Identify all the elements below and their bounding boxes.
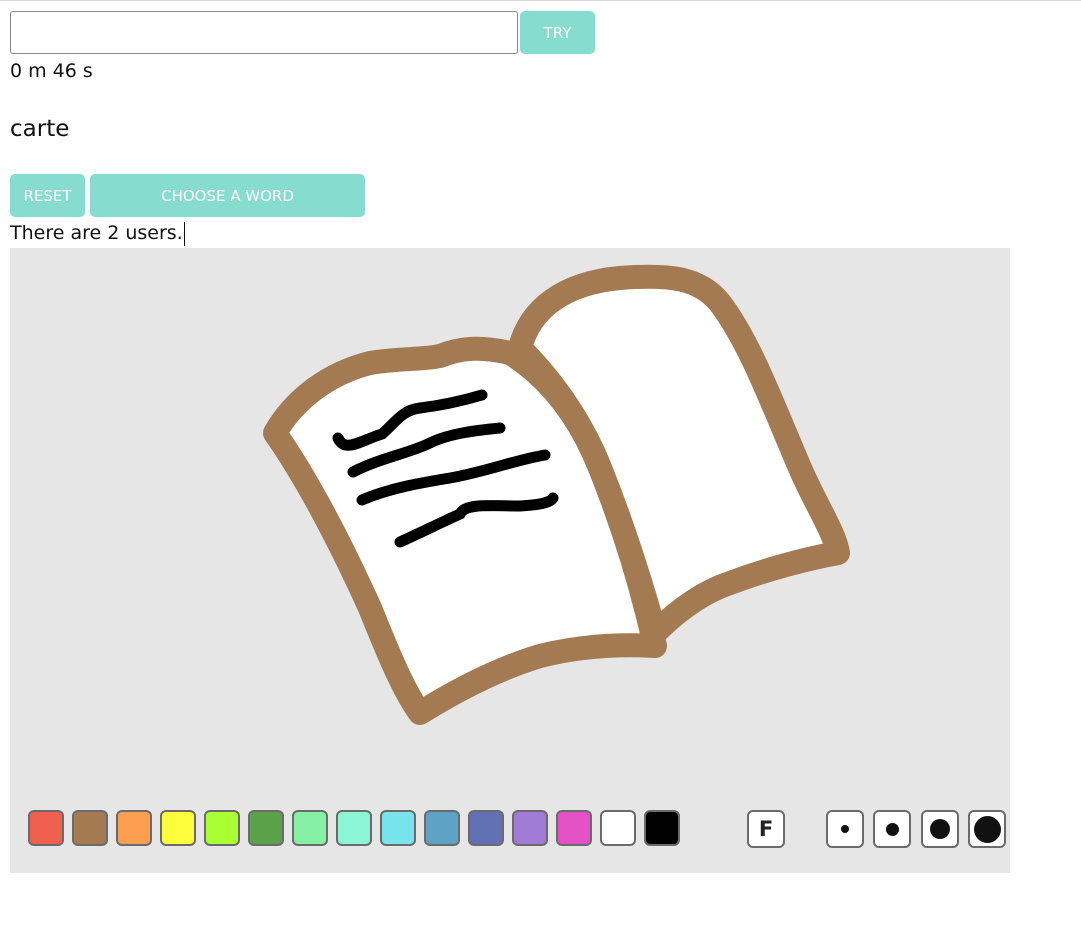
reset-button[interactable]: RESET [10, 174, 85, 217]
color-swatch-black[interactable] [644, 810, 680, 846]
users-count: There are 2 users. [10, 222, 183, 244]
fill-icon: F [758, 817, 774, 841]
fill-tool-button[interactable]: F [747, 810, 785, 848]
drawing-book [263, 264, 850, 725]
color-swatch-steel-blue[interactable] [424, 810, 460, 846]
brush-size-small-button[interactable] [826, 810, 864, 848]
choose-word-button[interactable]: CHOOSE A WORD [90, 174, 365, 217]
try-button[interactable]: TRY [520, 11, 595, 54]
top-divider [0, 0, 1081, 1]
color-swatch-yellow[interactable] [160, 810, 196, 846]
guess-input[interactable] [10, 11, 518, 54]
color-swatch-indigo[interactable] [468, 810, 504, 846]
brush-dot-small-icon [841, 825, 849, 833]
color-swatch-brown[interactable] [72, 810, 108, 846]
color-swatch-purple[interactable] [512, 810, 548, 846]
brush-size-medium-button[interactable] [873, 810, 911, 848]
color-swatch-red[interactable] [28, 810, 64, 846]
timer: 0 m 46 s [10, 60, 93, 82]
color-swatch-magenta[interactable] [556, 810, 592, 846]
brush-dot-medium-icon [885, 822, 899, 836]
brush-dot-large-icon [930, 819, 950, 839]
brush-dot-xlarge-icon [973, 815, 1001, 843]
color-swatch-cyan[interactable] [380, 810, 416, 846]
color-swatch-white[interactable] [600, 810, 636, 846]
color-swatch-mint[interactable] [336, 810, 372, 846]
color-swatch-light-green[interactable] [292, 810, 328, 846]
text-cursor [184, 222, 185, 246]
current-word: carte [10, 116, 70, 142]
brush-size-large-button[interactable] [921, 810, 959, 848]
color-swatch-green[interactable] [248, 810, 284, 846]
color-swatch-orange[interactable] [116, 810, 152, 846]
drawing-canvas[interactable]: F [10, 248, 1010, 873]
color-swatch-lime[interactable] [204, 810, 240, 846]
brush-size-xlarge-button[interactable] [968, 810, 1006, 848]
